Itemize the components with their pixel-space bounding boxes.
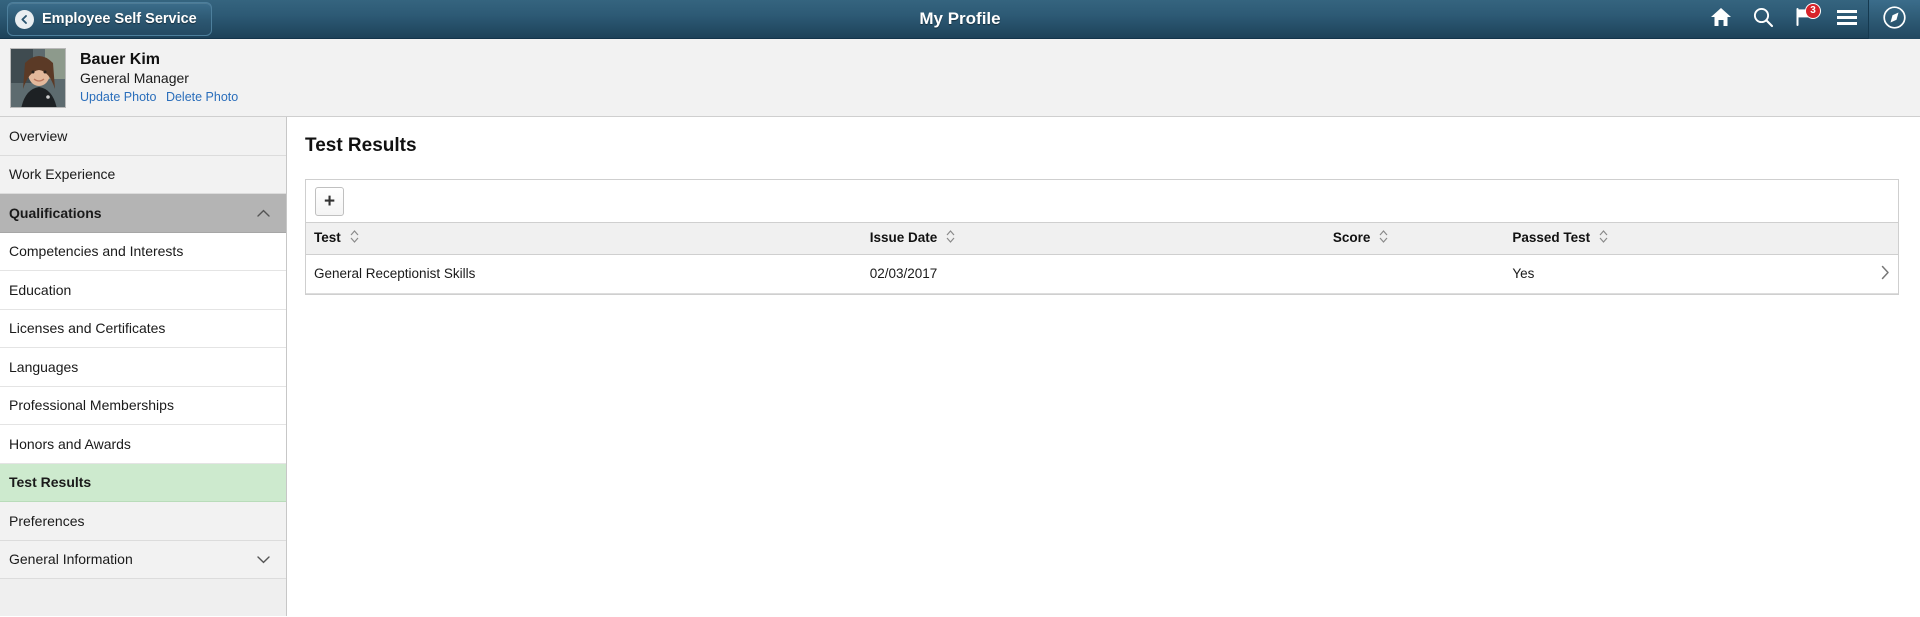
sidebar-item-licenses-and-certificates[interactable]: Licenses and Certificates: [0, 309, 286, 348]
profile-sidebar-nav: Overview Work Experience Qualifications Com…: [0, 117, 287, 616]
sidebar-item-honors-and-awards[interactable]: Honors and Awards: [0, 425, 286, 464]
sidebar-item-label: Languages: [9, 358, 79, 375]
avatar: [10, 47, 66, 108]
home-icon-button[interactable]: [1700, 0, 1742, 39]
column-header-issue-date[interactable]: Issue Date: [861, 223, 1325, 255]
sidebar-item-general-information[interactable]: General Information: [0, 540, 286, 579]
sidebar-item-overview[interactable]: Overview: [0, 117, 286, 156]
sort-indicator-icon: [1379, 230, 1388, 246]
sidebar-item-preferences[interactable]: Preferences: [0, 502, 286, 541]
sidebar-item-label: Test Results: [9, 474, 92, 491]
column-header-passed-test[interactable]: Passed Test: [1504, 223, 1852, 255]
chevron-right-icon: [1881, 265, 1890, 283]
table-body: General Receptionist Skills 02/03/2017 Yes: [306, 254, 1898, 294]
actions-menu-icon-button[interactable]: [1826, 0, 1868, 39]
table-row[interactable]: General Receptionist Skills 02/03/2017 Yes: [306, 254, 1898, 294]
navbar-icon-button[interactable]: [1868, 0, 1920, 39]
sidebar-item-label: Honors and Awards: [9, 435, 131, 452]
notification-count-badge: 3: [1805, 3, 1821, 19]
home-icon: [1710, 7, 1732, 32]
sidebar-item-professional-memberships[interactable]: Professional Memberships: [0, 386, 286, 425]
sidebar-item-label: General Information: [9, 551, 133, 568]
grid-toolbar: +: [306, 180, 1898, 223]
search-icon-button[interactable]: [1742, 0, 1784, 39]
column-header-score[interactable]: Score: [1324, 223, 1505, 255]
profile-summary-bar: Bauer Kim General Manager Update Photo D…: [0, 39, 1920, 117]
sidebar-item-test-results[interactable]: Test Results: [0, 463, 286, 502]
row-detail-button[interactable]: [1851, 254, 1898, 294]
sidebar-item-label: Competencies and Interests: [9, 243, 184, 260]
sort-indicator-icon: [350, 230, 359, 246]
hamburger-menu-icon: [1836, 9, 1858, 31]
profile-job-title: General Manager: [80, 70, 189, 86]
page-header-title: My Profile: [919, 9, 1001, 28]
main-content: Test Results + Test Issue Date Score Pas…: [287, 117, 1920, 616]
sidebar-item-label: Professional Memberships: [9, 397, 174, 414]
sidebar-item-label: Qualifications: [9, 204, 102, 221]
sidebar-item-languages[interactable]: Languages: [0, 348, 286, 387]
sidebar-item-label: Education: [9, 281, 72, 298]
column-header-test-label: Test: [314, 230, 341, 246]
cell-test: General Receptionist Skills: [306, 254, 862, 294]
sidebar-item-qualifications[interactable]: Qualifications: [0, 194, 286, 233]
page-body: Overview Work Experience Qualifications Com…: [0, 117, 1920, 616]
cell-score: [1324, 254, 1505, 294]
table-header: Test Issue Date Score Passed Test: [306, 223, 1898, 255]
delete-photo-link[interactable]: Delete Photo: [166, 90, 238, 104]
app-header: Employee Self Service My Profile 3: [0, 0, 1920, 39]
profile-name: Bauer Kim: [80, 51, 161, 68]
chevron-down-icon: [257, 551, 270, 567]
sort-indicator-icon: [1599, 230, 1608, 246]
chevron-left-icon: [15, 9, 34, 29]
test-results-grid: + Test Issue Date Score Passed Test Gene…: [305, 179, 1899, 295]
profile-photo-links: Update Photo Delete Photo: [80, 89, 238, 105]
update-photo-link[interactable]: Update Photo: [80, 90, 156, 104]
column-header-test[interactable]: Test: [306, 223, 862, 255]
notifications-icon-button[interactable]: 3: [1784, 0, 1826, 39]
sidebar-item-label: Overview: [9, 127, 68, 144]
sort-indicator-icon: [946, 230, 955, 246]
page-title: Test Results: [305, 135, 417, 156]
add-test-result-button[interactable]: +: [315, 186, 344, 216]
column-header-issue-date-label: Issue Date: [869, 230, 938, 246]
cell-issue-date: 02/03/2017: [861, 254, 1325, 294]
sidebar-item-label: Preferences: [9, 512, 85, 529]
sidebar-item-label: Licenses and Certificates: [9, 320, 166, 337]
back-to-employee-self-service-button[interactable]: Employee Self Service: [7, 2, 212, 36]
header-icon-group: 3: [1700, 0, 1920, 39]
sidebar-item-label: Work Experience: [9, 166, 116, 183]
back-button-label: Employee Self Service: [42, 11, 197, 27]
sidebar-item-education[interactable]: Education: [0, 271, 286, 310]
navigator-compass-icon: [1882, 5, 1907, 35]
sidebar-item-work-experience[interactable]: Work Experience: [0, 155, 286, 194]
test-results-table: Test Issue Date Score Passed Test Genera…: [306, 223, 1898, 294]
sidebar-item-competencies-and-interests[interactable]: Competencies and Interests: [0, 232, 286, 271]
table-header-row: Test Issue Date Score Passed Test: [306, 223, 1898, 255]
column-header-passed-test-label: Passed Test: [1512, 230, 1591, 246]
profile-text-block: Bauer Kim General Manager Update Photo D…: [80, 50, 238, 105]
column-header-row-action: [1851, 223, 1898, 255]
chevron-up-icon: [257, 205, 270, 221]
search-icon: [1752, 6, 1774, 33]
column-header-score-label: Score: [1332, 230, 1371, 246]
cell-passed-test: Yes: [1504, 254, 1852, 294]
